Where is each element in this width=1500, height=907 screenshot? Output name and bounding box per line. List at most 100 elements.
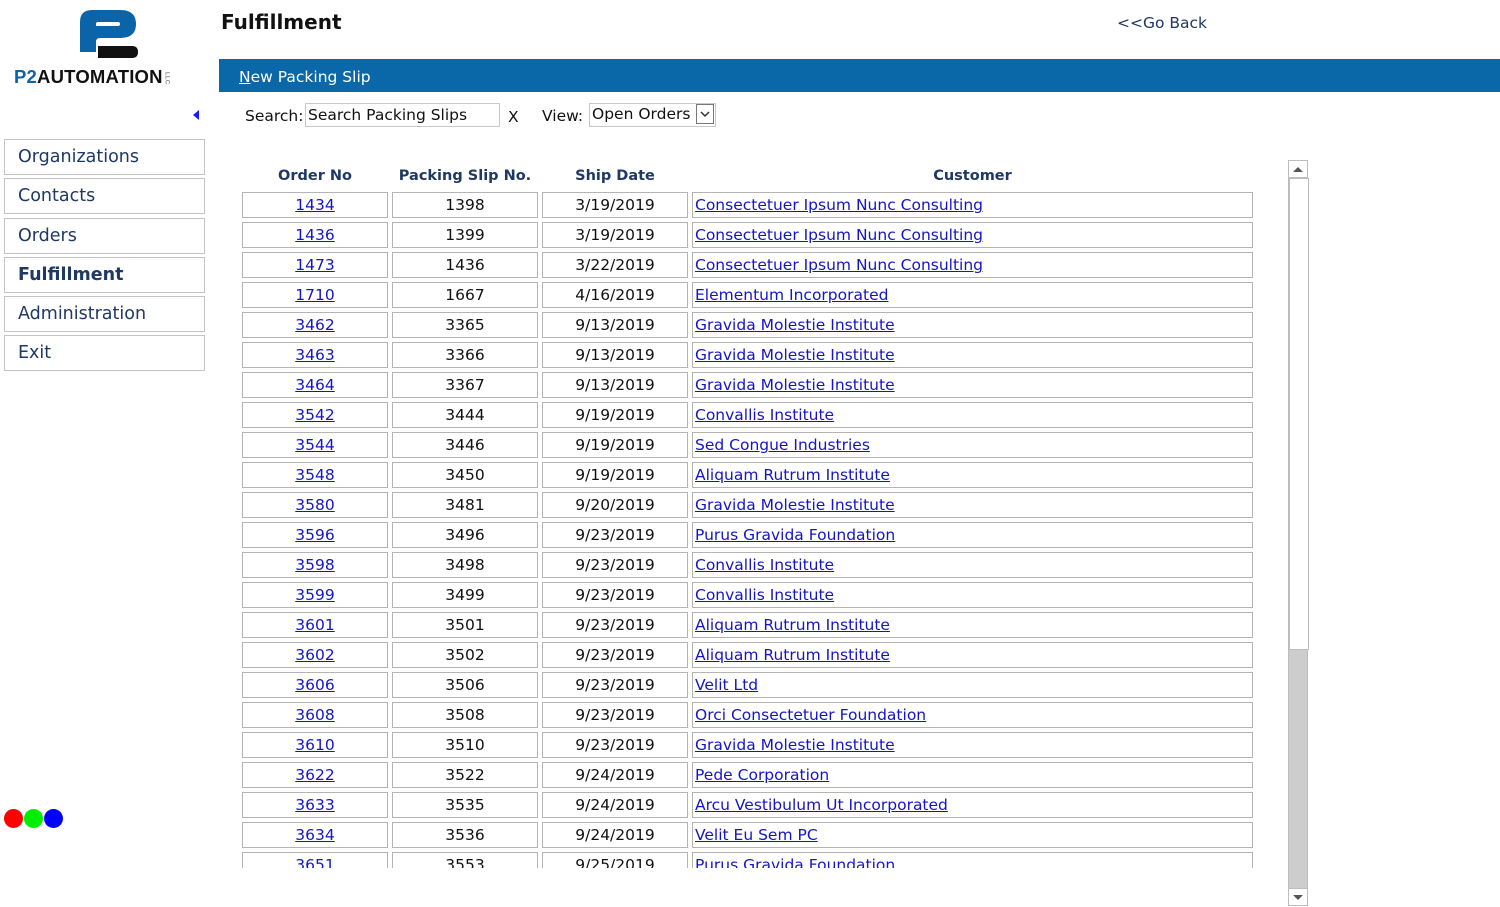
- order-no-link[interactable]: 3598: [295, 556, 334, 574]
- ship-date-cell: 9/23/2019: [542, 642, 688, 668]
- ship-date-cell: 9/25/2019: [542, 852, 688, 868]
- order-no-link[interactable]: 3634: [295, 826, 334, 844]
- customer-cell: Orci Consectetuer Foundation: [692, 702, 1253, 728]
- order-no-link[interactable]: 3622: [295, 766, 334, 784]
- order-no-link[interactable]: 3610: [295, 736, 334, 754]
- ship-date-cell: 9/13/2019: [542, 342, 688, 368]
- order-no-link[interactable]: 3651: [295, 856, 334, 868]
- order-no-link[interactable]: 3601: [295, 616, 334, 634]
- order-no-cell: 1710: [242, 282, 388, 308]
- order-no-link[interactable]: 3548: [295, 466, 334, 484]
- order-no-link[interactable]: 3544: [295, 436, 334, 454]
- order-no-link[interactable]: 3462: [295, 316, 334, 334]
- customer-link[interactable]: Pede Corporation: [695, 766, 829, 784]
- customer-link[interactable]: Aliquam Rutrum Institute: [695, 466, 890, 484]
- customer-link[interactable]: Convallis Institute: [695, 406, 834, 424]
- customer-link[interactable]: Orci Consectetuer Foundation: [695, 706, 926, 724]
- ship-date-cell: 4/16/2019: [542, 282, 688, 308]
- order-no-link[interactable]: 3463: [295, 346, 334, 364]
- sidebar-item-organizations[interactable]: Organizations: [4, 139, 205, 175]
- customer-link[interactable]: Gravida Molestie Institute: [695, 496, 895, 514]
- customer-link[interactable]: Aliquam Rutrum Institute: [695, 616, 890, 634]
- order-no-link[interactable]: 3464: [295, 376, 334, 394]
- customer-link[interactable]: Gravida Molestie Institute: [695, 346, 895, 364]
- sidebar-item-fulfillment[interactable]: Fulfillment: [4, 256, 205, 293]
- scrollbar-thumb[interactable]: [1289, 178, 1309, 651]
- customer-link[interactable]: Consectetuer Ipsum Nunc Consulting: [695, 196, 983, 214]
- packing-slip-no-cell: 3508: [392, 702, 538, 728]
- customer-link[interactable]: Convallis Institute: [695, 586, 834, 604]
- customer-link[interactable]: Velit Ltd: [695, 676, 758, 694]
- customer-cell: Gravida Molestie Institute: [692, 732, 1253, 758]
- order-no-link[interactable]: 3602: [295, 646, 334, 664]
- scroll-up-button[interactable]: [1288, 160, 1308, 178]
- customer-link[interactable]: Consectetuer Ipsum Nunc Consulting: [695, 226, 983, 244]
- clear-search-button[interactable]: X: [508, 108, 519, 126]
- sidebar-item-contacts[interactable]: Contacts: [4, 178, 205, 215]
- order-no-link[interactable]: 3599: [295, 586, 334, 604]
- collapse-sidebar-icon[interactable]: [193, 110, 199, 120]
- customer-link[interactable]: Velit Eu Sem PC: [695, 826, 818, 844]
- order-no-cell: 1436: [242, 222, 388, 248]
- order-no-cell: 3548: [242, 462, 388, 488]
- customer-link[interactable]: Gravida Molestie Institute: [695, 316, 895, 334]
- order-no-link[interactable]: 3580: [295, 496, 334, 514]
- go-back-link[interactable]: <<Go Back: [1117, 14, 1207, 32]
- order-no-cell: 3542: [242, 402, 388, 428]
- green-status-dot: [24, 809, 43, 828]
- column-header-customer: Customer: [933, 168, 1012, 184]
- table-row: 3542 3444 9/19/2019 Convallis Institute: [241, 402, 1271, 432]
- customer-link[interactable]: Elementum Incorporated: [695, 286, 888, 304]
- order-no-link[interactable]: 3606: [295, 676, 334, 694]
- order-no-cell: 3601: [242, 612, 388, 638]
- table-row: 1710 1667 4/16/2019 Elementum Incorporated: [241, 282, 1271, 312]
- packing-slip-no-cell: 1399: [392, 222, 538, 248]
- order-no-link[interactable]: 1473: [295, 256, 334, 274]
- customer-link[interactable]: Convallis Institute: [695, 556, 834, 574]
- packing-slip-no-cell: 3366: [392, 342, 538, 368]
- table-row: 3606 3506 9/23/2019 Velit Ltd: [241, 672, 1271, 702]
- scroll-down-button[interactable]: [1288, 888, 1308, 906]
- order-no-link[interactable]: 3633: [295, 796, 334, 814]
- sidebar-item-administration[interactable]: Administration: [4, 296, 205, 333]
- ship-date-cell: 9/19/2019: [542, 462, 688, 488]
- customer-link[interactable]: Gravida Molestie Institute: [695, 736, 895, 754]
- sidebar-item-exit[interactable]: Exit: [4, 335, 205, 372]
- search-label: Search:: [245, 107, 304, 125]
- order-no-cell: 3634: [242, 822, 388, 848]
- search-input[interactable]: [305, 103, 500, 127]
- customer-link[interactable]: Purus Gravida Foundation: [695, 856, 895, 868]
- sidebar-item-orders[interactable]: Orders: [4, 217, 205, 254]
- order-no-cell: 3462: [242, 312, 388, 338]
- new-packing-slip-button[interactable]: New Packing Slip: [239, 59, 371, 95]
- table-body: 1434 1398 3/19/2019 Consectetuer Ipsum Nunc…: [241, 192, 1271, 868]
- table-row: 3464 3367 9/13/2019 Gravida Molestie Instit…: [241, 372, 1271, 402]
- order-no-link[interactable]: 3608: [295, 706, 334, 724]
- view-select[interactable]: Open Orders: [589, 103, 716, 127]
- table-scrollbar[interactable]: [1288, 160, 1309, 907]
- order-no-cell: 3622: [242, 762, 388, 788]
- customer-link[interactable]: Gravida Molestie Institute: [695, 376, 895, 394]
- order-no-link[interactable]: 3596: [295, 526, 334, 544]
- ship-date-cell: 9/23/2019: [542, 612, 688, 638]
- view-selected-value: Open Orders: [592, 105, 691, 123]
- scrollbar-track[interactable]: [1288, 178, 1309, 888]
- order-no-cell: 3610: [242, 732, 388, 758]
- order-no-link[interactable]: 3542: [295, 406, 334, 424]
- order-no-link[interactable]: 1436: [295, 226, 334, 244]
- chevron-down-icon[interactable]: [696, 104, 714, 124]
- table-row: 3651 3553 9/25/2019 Purus Gravida Foundatio…: [241, 852, 1271, 868]
- customer-link[interactable]: Consectetuer Ipsum Nunc Consulting: [695, 256, 983, 274]
- order-no-link[interactable]: 1710: [295, 286, 334, 304]
- customer-link[interactable]: Purus Gravida Foundation: [695, 526, 895, 544]
- order-no-link[interactable]: 1434: [295, 196, 334, 214]
- customer-link[interactable]: Aliquam Rutrum Institute: [695, 646, 890, 664]
- customer-link[interactable]: Sed Congue Industries: [695, 436, 870, 454]
- packing-slip-no-cell: 3481: [392, 492, 538, 518]
- customer-cell: Gravida Molestie Institute: [692, 492, 1253, 518]
- accesskey-letter: N: [239, 68, 251, 86]
- order-no-cell: 3602: [242, 642, 388, 668]
- customer-link[interactable]: Arcu Vestibulum Ut Incorporated: [695, 796, 948, 814]
- order-no-cell: 3599: [242, 582, 388, 608]
- ship-date-cell: 9/23/2019: [542, 582, 688, 608]
